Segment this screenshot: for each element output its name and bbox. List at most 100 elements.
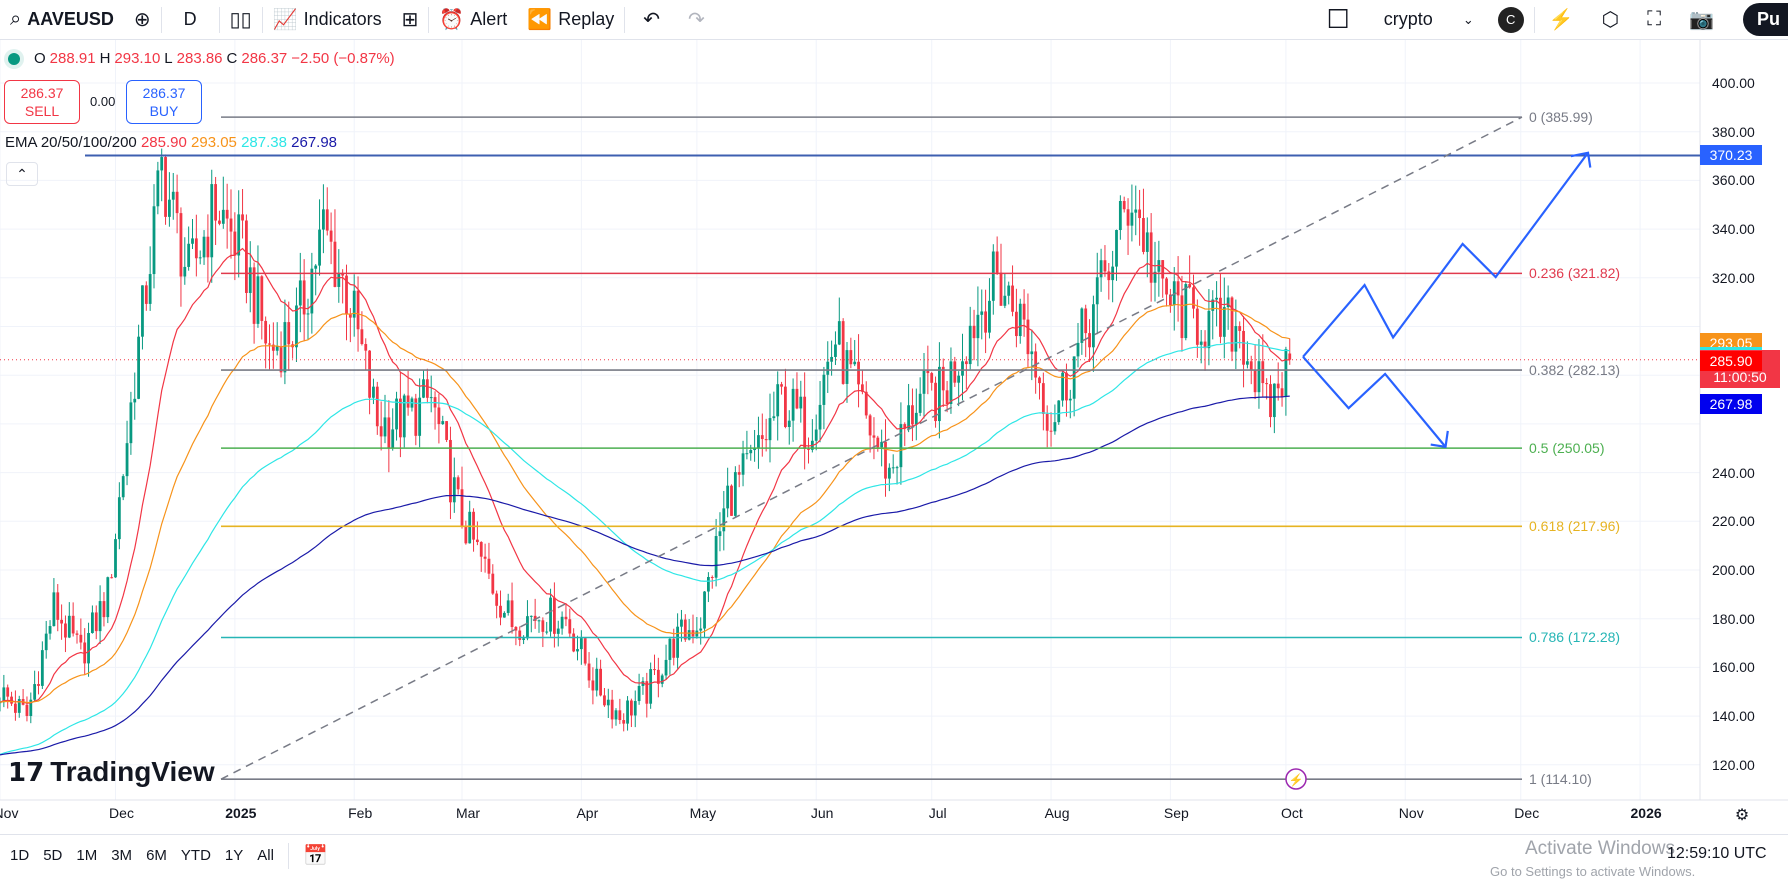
candle-body	[337, 273, 341, 287]
ema100-value: 287.38	[241, 134, 287, 151]
range-5d[interactable]: 5D	[43, 847, 62, 864]
publish-button[interactable]: Pu	[1742, 3, 1788, 36]
range-6m[interactable]: 6M	[146, 847, 167, 864]
chart-settings-icon[interactable]: ⚙	[1735, 805, 1749, 825]
undo-button[interactable]: ↶	[625, 0, 678, 40]
price-axis-label: 240.00	[1712, 464, 1755, 481]
candle-body	[1130, 212, 1134, 226]
candle-body	[399, 398, 402, 438]
candle-body	[795, 388, 799, 409]
candle-body	[630, 700, 633, 716]
candle-body	[760, 435, 764, 440]
redo-button[interactable]: ↷	[678, 0, 715, 40]
candle-body	[425, 379, 429, 398]
layout-square-button[interactable]: ☐	[1316, 0, 1359, 40]
ohlc-legend: O 288.91 H 293.10 L 283.86 C 286.37 −2.50 (−…	[8, 50, 395, 67]
time-axis-label: Apr	[576, 805, 599, 821]
snapshot-button[interactable]: 📷	[1675, 0, 1728, 40]
candle-body	[995, 251, 999, 273]
candle-body	[483, 556, 487, 559]
calendar-icon[interactable]: 📅	[303, 843, 328, 868]
replay-button[interactable]: ⏪ Replay	[517, 0, 624, 40]
candle-body	[1022, 303, 1026, 320]
candle-body	[599, 668, 602, 696]
candle-body	[171, 191, 175, 200]
candle-body	[872, 435, 876, 438]
candle-body	[549, 597, 552, 632]
fullscreen-button[interactable]: ⛶	[1633, 0, 1675, 40]
candle-body	[1161, 260, 1165, 279]
candle-body	[1003, 295, 1007, 306]
candle-body	[968, 325, 972, 365]
fib-level-label: 0.236 (321.82)	[1529, 265, 1621, 282]
candle-body	[891, 467, 895, 469]
candle-body	[1103, 260, 1107, 272]
candle-body	[256, 276, 260, 324]
chart-type-button[interactable]: ▯▯	[220, 0, 262, 40]
candle-body	[406, 395, 410, 408]
candle-body	[1261, 361, 1265, 384]
candle-body	[275, 346, 279, 351]
candle-body	[133, 398, 137, 403]
candle-body	[1180, 295, 1184, 339]
price-axis-label: 160.00	[1712, 659, 1755, 676]
candle-body	[583, 638, 587, 664]
quick-search-button[interactable]: ⚡	[1535, 0, 1588, 40]
candle-body	[456, 477, 460, 490]
sell-button[interactable]: 286.37 SELL	[4, 80, 80, 124]
alarm-icon: ⏰	[439, 9, 465, 31]
candle-body	[857, 361, 860, 385]
fib-level-label: 0.382 (282.13)	[1529, 362, 1621, 378]
candle-body	[853, 361, 857, 365]
range-ytd[interactable]: YTD	[181, 847, 211, 864]
candle-body	[1257, 361, 1261, 393]
price-chart[interactable]: ⚡	[0, 40, 1788, 834]
buy-button[interactable]: 286.37 BUY	[126, 80, 202, 124]
layouts-button[interactable]: ⊞	[392, 0, 429, 40]
layout-name-button[interactable]: crypto ⌄	[1360, 0, 1488, 40]
candle-body	[287, 322, 291, 345]
symbol-search[interactable]: ⌕ AAVEUSD	[0, 0, 124, 40]
candle-body	[1053, 422, 1057, 432]
high-label: H	[99, 50, 111, 67]
candle-body	[510, 600, 514, 628]
candle-body	[1099, 260, 1103, 278]
candle-body	[930, 373, 934, 383]
range-all[interactable]: All	[257, 847, 274, 864]
candle-body	[452, 477, 456, 503]
open-value: 288.91	[49, 50, 96, 67]
ema-legend[interactable]: EMA 20/50/100/200 285.90 293.05 287.38 2…	[5, 134, 337, 151]
fib-level-label: 0.786 (172.28)	[1529, 629, 1621, 646]
collapse-legend-button[interactable]: ⌃	[6, 162, 38, 186]
range-1d[interactable]: 1D	[10, 847, 29, 864]
candle-body	[98, 601, 102, 632]
candle-body	[587, 663, 591, 681]
price-axis-label: 360.00	[1712, 172, 1755, 189]
candle-body	[522, 638, 525, 640]
candle-body	[1018, 303, 1022, 337]
candle-body	[1080, 308, 1084, 343]
alert-button[interactable]: ⏰ Alert	[429, 0, 517, 40]
candle-body	[980, 311, 984, 315]
candle-body	[329, 230, 333, 242]
candle-body	[556, 628, 560, 634]
indicators-button[interactable]: 📈 Indicators	[263, 0, 392, 40]
range-1m[interactable]: 1M	[76, 847, 97, 864]
clock[interactable]: 12:59:10 UTC	[1667, 845, 1767, 863]
candle-body	[395, 398, 398, 430]
time-axis-label: Mar	[455, 805, 481, 821]
time-axis-label: 2025	[225, 805, 257, 821]
candle-body	[283, 322, 287, 373]
candle-body	[368, 350, 371, 398]
interval-button[interactable]: D	[162, 0, 219, 40]
range-3m[interactable]: 3M	[111, 847, 132, 864]
settings-button[interactable]: ⬡	[1588, 0, 1633, 40]
candle-body	[1076, 342, 1080, 357]
compare-button[interactable]: ⊕	[124, 0, 161, 40]
candle-body	[606, 699, 610, 706]
time-axis-label: Aug	[1044, 805, 1070, 821]
avatar[interactable]: C	[1488, 0, 1534, 40]
avatar-letter: C	[1497, 6, 1524, 33]
candle-body	[895, 467, 899, 469]
range-1y[interactable]: 1Y	[225, 847, 243, 864]
